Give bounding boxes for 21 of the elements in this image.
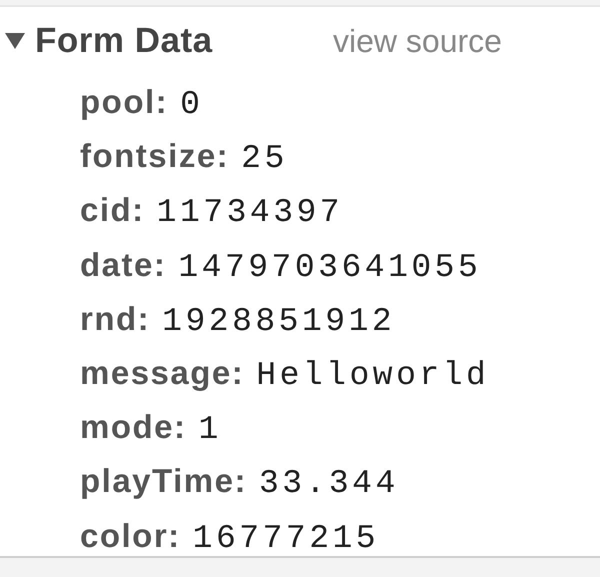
field-name: cid: <box>80 190 145 230</box>
field-value: 16777215 <box>192 518 380 558</box>
field-name: color: <box>80 516 181 556</box>
collapse-triangle-icon[interactable] <box>5 31 25 51</box>
field-name: fontsize: <box>80 136 230 176</box>
field-value: 11734397 <box>156 193 344 234</box>
field-value: 0 <box>180 85 204 125</box>
field-name: playTime: <box>80 461 247 502</box>
field-name: message: <box>80 352 244 393</box>
field-value: 1479703641055 <box>178 248 482 288</box>
field-value: 33.344 <box>258 464 399 504</box>
field-name: pool: <box>80 82 168 122</box>
view-source-link[interactable]: view source <box>333 22 502 60</box>
field-name: rnd: <box>80 298 150 339</box>
field-name: date: <box>80 244 166 285</box>
field-name: mode: <box>80 407 186 448</box>
field-value: Helloworld <box>256 356 490 396</box>
field-value: 25 <box>241 139 288 180</box>
section-title: Form Data <box>35 21 214 61</box>
field-value: 1928851912 <box>162 302 396 342</box>
field-value: 1 <box>198 410 222 450</box>
